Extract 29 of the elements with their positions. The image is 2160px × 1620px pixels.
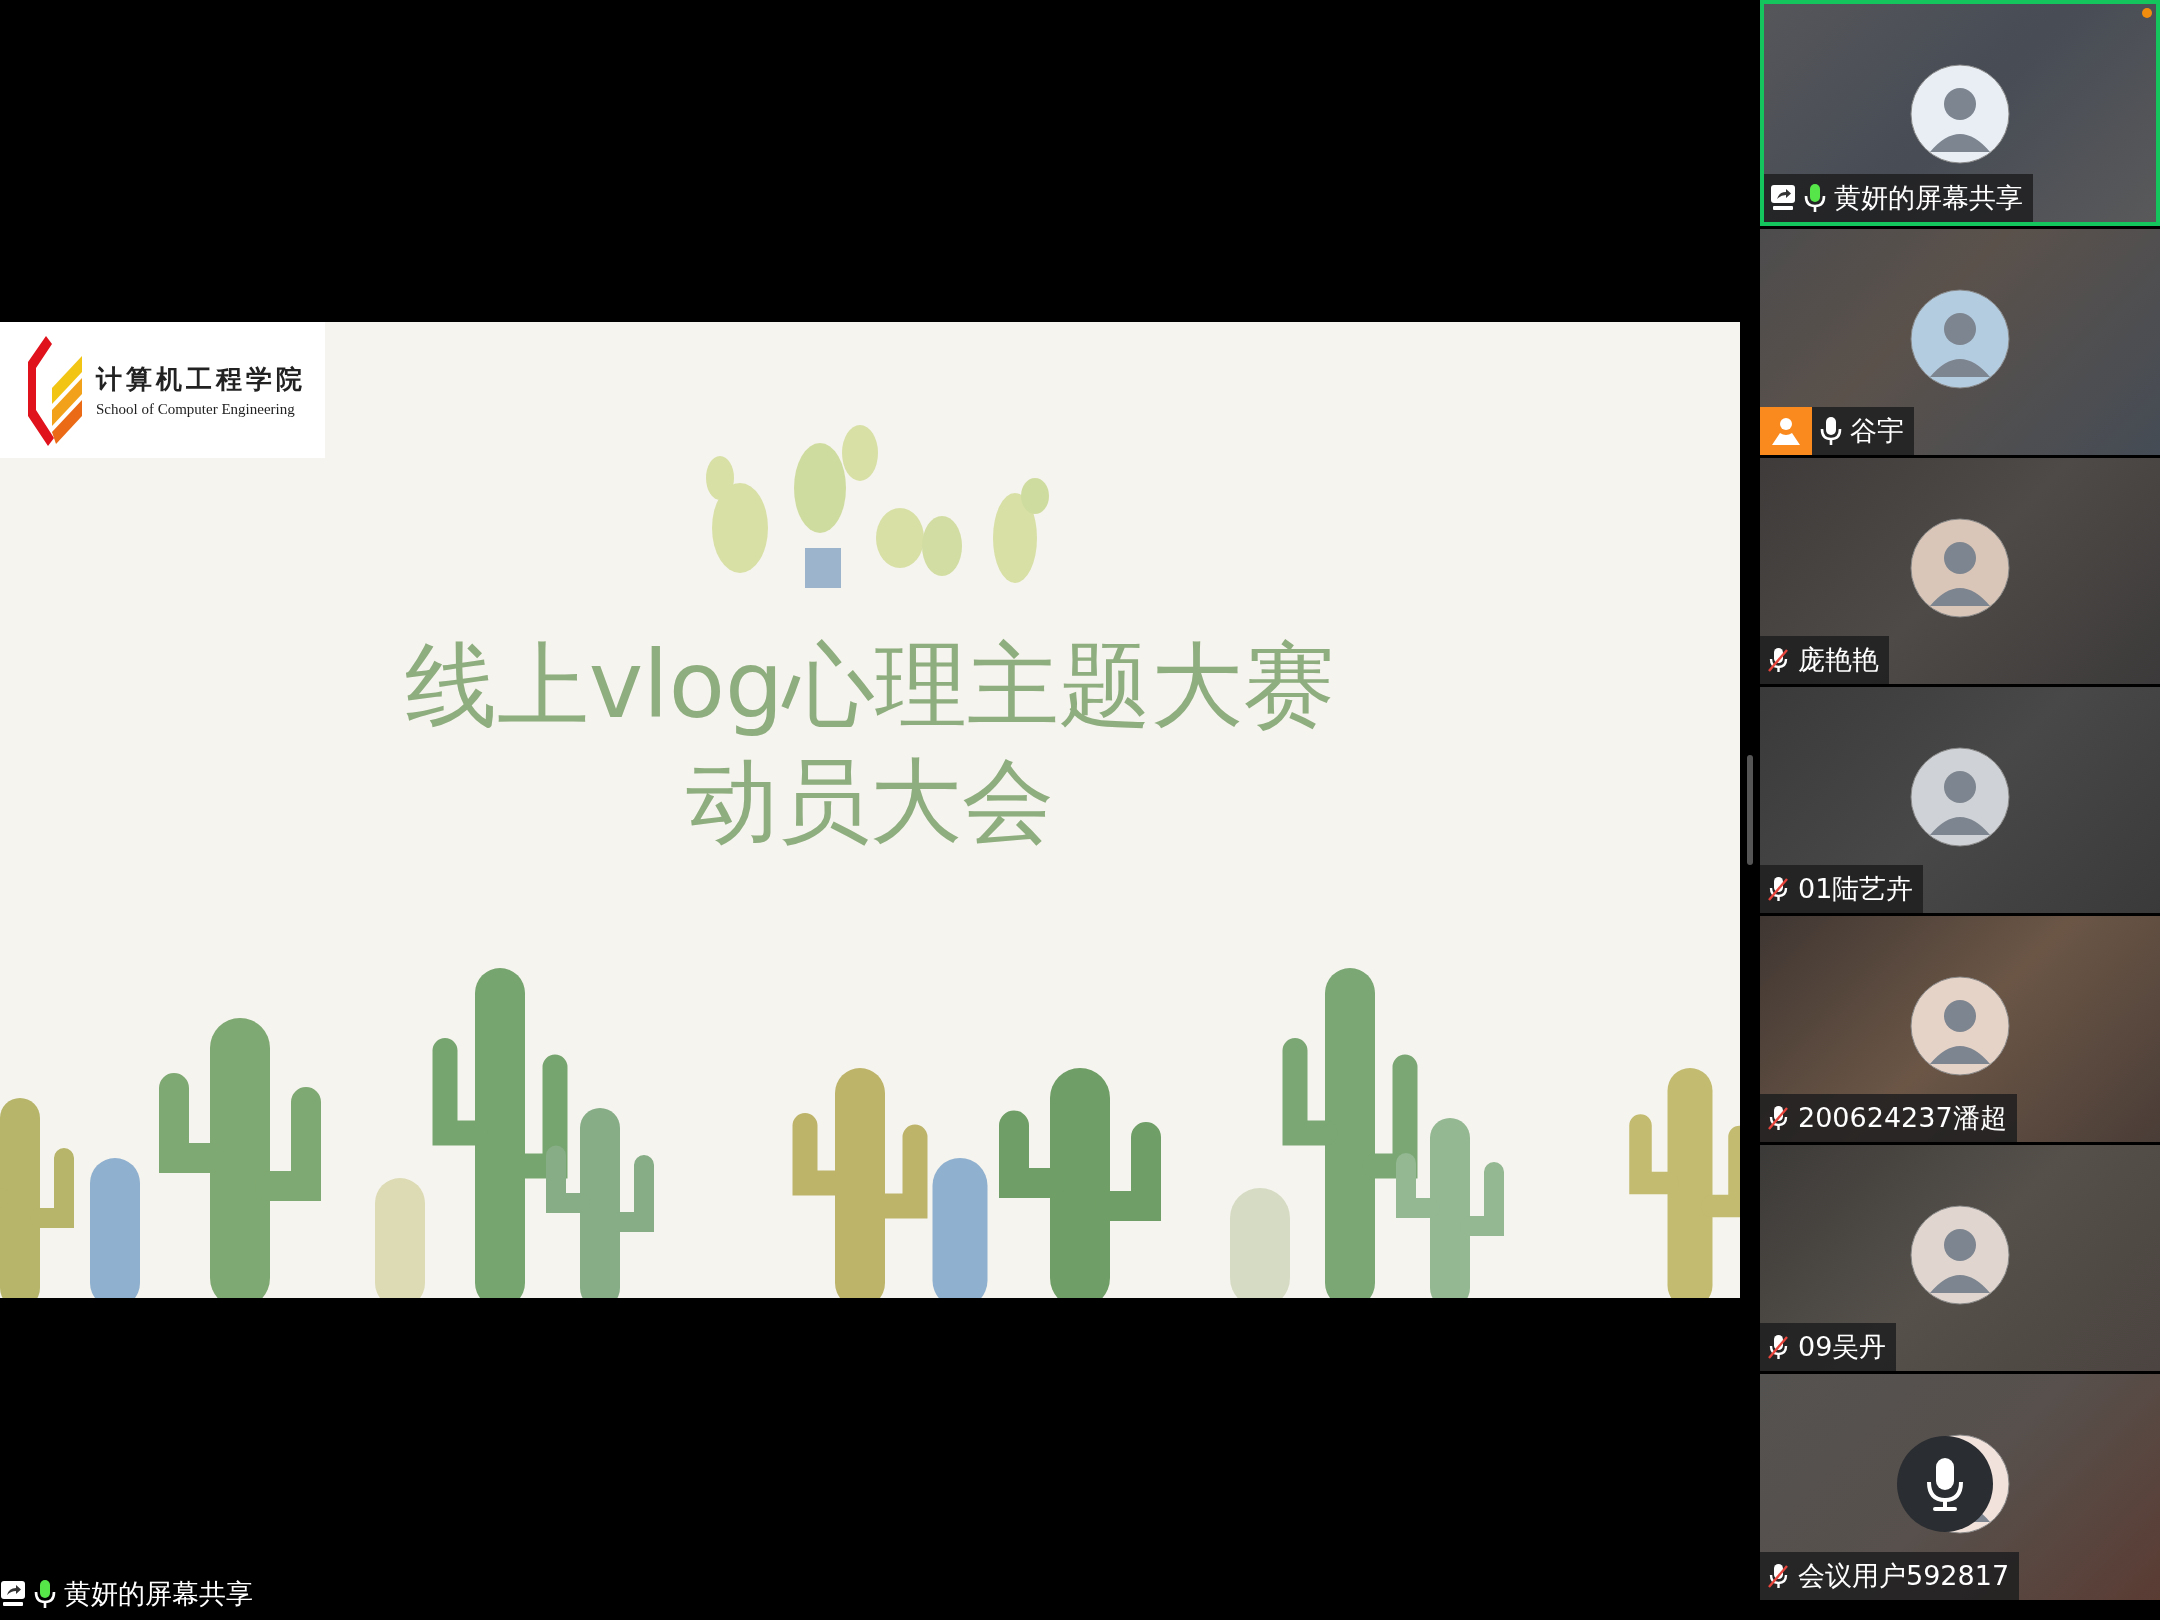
scrollbar[interactable] <box>1747 755 1753 865</box>
participant-tile[interactable]: 200624237潘超 <box>1760 916 2160 1142</box>
avatar-icon <box>1910 976 2010 1076</box>
participant-name: 09吴丹 <box>1798 1330 1887 1364</box>
participant-tile[interactable]: 会议用户592817 <box>1760 1374 2160 1600</box>
participant-name: 01陆艺卉 <box>1798 872 1914 906</box>
participant-name: 200624237潘超 <box>1798 1101 2007 1135</box>
avatar-icon <box>1910 518 2010 618</box>
participant-name: 黄妍的屏幕共享 <box>1834 181 2023 215</box>
participant-tile[interactable]: 01陆艺卉 <box>1760 687 2160 913</box>
avatar-icon <box>1910 1205 2010 1305</box>
logo-chinese-name: 计算机工程学院 <box>96 363 306 396</box>
person-icon <box>1770 415 1802 447</box>
microphone-icon <box>1925 1456 1965 1512</box>
slide-title: 线上vlog心理主题大赛 <box>404 631 1336 741</box>
participant-name: 会议用户592817 <box>1798 1559 2010 1593</box>
presenter-name: 黄妍的屏幕共享 <box>64 1577 253 1611</box>
participant-tile[interactable]: 谷宇 <box>1760 229 2160 455</box>
participant-name: 谷宇 <box>1850 414 1904 448</box>
participant-tile[interactable]: 黄妍的屏幕共享 <box>1760 0 2160 226</box>
participant-tile[interactable]: 庞艳艳 <box>1760 458 2160 684</box>
slide-title: 动员大会 <box>686 747 1054 857</box>
avatar-icon <box>1910 289 2010 389</box>
status-dot <box>2142 8 2152 18</box>
participant-name: 庞艳艳 <box>1798 643 1879 677</box>
participant-tile[interactable]: 09吴丹 <box>1760 1145 2160 1371</box>
avatar-icon <box>1910 747 2010 847</box>
logo-english-name: School of Computer Engineering <box>96 401 296 418</box>
avatar-icon <box>1910 64 2010 164</box>
